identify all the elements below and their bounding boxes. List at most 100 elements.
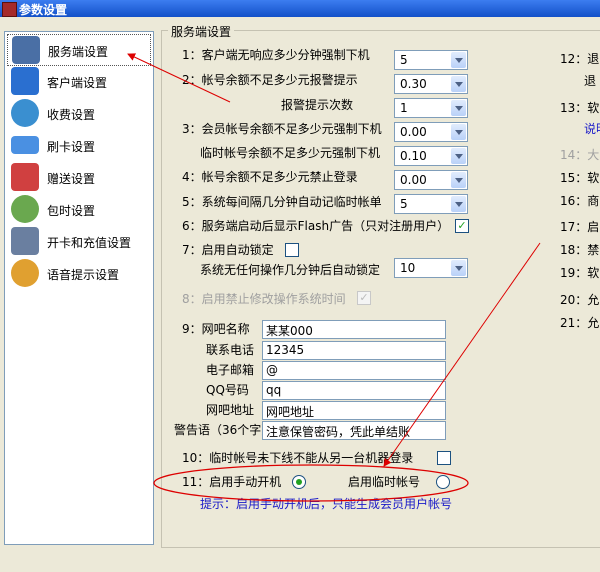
setting-5-select[interactable]: 5 xyxy=(394,194,468,214)
clock-icon xyxy=(11,99,39,127)
select-value: 0.30 xyxy=(400,77,427,91)
timer-icon xyxy=(11,195,39,223)
input-value: 12345 xyxy=(266,343,305,357)
setting-10-checkbox[interactable] xyxy=(437,451,451,465)
right-item-15: 15：软 xyxy=(560,171,600,185)
user-icon xyxy=(11,227,39,255)
setting-2b-label: 报警提示次数 xyxy=(281,98,354,112)
chevron-down-icon xyxy=(451,124,466,140)
right-item-19: 19：软 xyxy=(560,266,600,280)
setting-7-checkbox[interactable] xyxy=(285,243,299,257)
sidebar-item-recharge[interactable]: 开卡和充值设置 xyxy=(7,226,149,256)
window-title: 参数设置 xyxy=(19,3,68,17)
right-item-12b: 退 xyxy=(584,74,597,88)
card-icon xyxy=(11,136,39,154)
setting-5-label: 5：系统每间隔几分钟自动记临时帐单 xyxy=(182,195,382,209)
input-value: 注意保管密码，凭此单结账 xyxy=(266,425,411,439)
select-value: 0.00 xyxy=(400,173,427,187)
setting-8-checkbox[interactable]: ✓ xyxy=(357,291,371,305)
select-value: 0.00 xyxy=(400,125,427,139)
address-label: 网吧地址 xyxy=(206,403,255,417)
monitor-icon xyxy=(11,67,39,95)
setting-10-label: 10：临时帐号未下线不能从另一台机器登录 xyxy=(182,451,414,465)
setting-2b-select[interactable]: 1 xyxy=(394,98,468,118)
setting-2-label: 2：帐号余额不足多少元报警提示 xyxy=(182,73,358,87)
settings-sidebar: 服务端设置 客户端设置 收费设置 刷卡设置 赠送设置 包时设置 开卡和充值设置 … xyxy=(4,31,154,545)
qq-input[interactable]: qq xyxy=(262,381,446,400)
right-item-14: 14：大 xyxy=(560,148,600,162)
setting-3-label: 3：会员帐号余额不足多少元强制下机 xyxy=(182,122,382,136)
chevron-down-icon xyxy=(451,260,466,276)
input-value: qq xyxy=(266,383,282,397)
chevron-down-icon xyxy=(451,76,466,92)
manual-boot-radio[interactable] xyxy=(292,475,306,489)
setting-11-label: 11：启用手动开机 xyxy=(182,475,282,489)
cafe-name-input[interactable]: 某某000 xyxy=(262,320,446,339)
phone-input[interactable]: 12345 xyxy=(262,341,446,360)
sidebar-item-package[interactable]: 包时设置 xyxy=(7,194,149,224)
phone-label: 联系电话 xyxy=(206,343,255,357)
temp-account-radio[interactable] xyxy=(436,475,450,489)
setting-3b-select[interactable]: 0.10 xyxy=(394,146,468,166)
right-item-17: 17：启 xyxy=(560,220,600,234)
radio-dot xyxy=(296,479,302,485)
address-input[interactable]: 网吧地址 xyxy=(262,401,446,420)
sidebar-item-label: 开卡和充值设置 xyxy=(47,236,132,250)
sidebar-item-card[interactable]: 刷卡设置 xyxy=(7,130,149,160)
sidebar-item-label: 服务端设置 xyxy=(48,45,109,59)
setting-4-select[interactable]: 0.00 xyxy=(394,170,468,190)
chevron-down-icon xyxy=(451,52,466,68)
sidebar-item-billing[interactable]: 收费设置 xyxy=(7,98,149,128)
sidebar-item-gift[interactable]: 赠送设置 xyxy=(7,162,149,192)
setting-6-label: 6：服务端启动后显示Flash广告（只对注册用户） xyxy=(182,219,450,233)
sidebar-item-server[interactable]: 服务端设置 xyxy=(7,34,151,66)
chevron-down-icon xyxy=(451,196,466,212)
settings-group xyxy=(161,30,600,548)
setting-7b-label: 系统无任何操作几分钟后自动锁定 xyxy=(200,263,381,277)
setting-4-label: 4：帐号余额不足多少元禁止登录 xyxy=(182,170,358,184)
sidebar-item-label: 刷卡设置 xyxy=(47,140,96,154)
setting-7-label: 7：启用自动锁定 xyxy=(182,243,274,257)
select-value: 10 xyxy=(400,261,416,275)
hint-text: 提示：启用手动开机后，只能生成会员用户帐号 xyxy=(200,497,453,511)
sidebar-item-label: 收费设置 xyxy=(47,108,96,122)
right-item-12: 12：退 xyxy=(560,52,600,66)
chevron-down-icon xyxy=(451,172,466,188)
sidebar-item-voice[interactable]: 语音提示设置 xyxy=(7,258,149,288)
right-item-18: 18：禁 xyxy=(560,243,600,257)
setting-9-label: 9：网吧名称 xyxy=(182,322,250,336)
select-value: 5 xyxy=(400,197,408,211)
setting-3b-label: 临时帐号余额不足多少元强制下机 xyxy=(200,146,381,160)
sidebar-item-client[interactable]: 客户端设置 xyxy=(7,66,149,96)
sidebar-item-label: 客户端设置 xyxy=(47,76,108,90)
select-value: 0.10 xyxy=(400,149,427,163)
chevron-down-icon xyxy=(451,100,466,116)
warning-label: 警告语（36个字） xyxy=(174,423,274,437)
setting-1-label: 1：客户端无响应多少分钟强制下机 xyxy=(182,48,370,62)
sidebar-item-label: 赠送设置 xyxy=(47,172,96,186)
input-value: @ xyxy=(266,363,278,377)
email-label: 电子邮箱 xyxy=(206,363,255,377)
input-value: 某某000 xyxy=(266,324,313,338)
setting-3-select[interactable]: 0.00 xyxy=(394,122,468,142)
setting-2-select[interactable]: 0.30 xyxy=(394,74,468,94)
server-icon xyxy=(12,36,40,64)
right-item-16: 16：商 xyxy=(560,194,600,208)
warning-input[interactable]: 注意保管密码，凭此单结账 xyxy=(262,421,446,440)
microphone-icon xyxy=(11,259,39,287)
email-input[interactable]: @ xyxy=(262,361,446,380)
app-icon xyxy=(2,2,17,17)
group-title: 服务端设置 xyxy=(168,23,235,40)
sidebar-item-label: 包时设置 xyxy=(47,204,96,218)
title-bar: 参数设置 xyxy=(0,0,600,17)
select-value: 5 xyxy=(400,53,408,67)
select-value: 1 xyxy=(400,101,408,115)
right-item-20: 20：允 xyxy=(560,293,600,307)
setting-6-checkbox[interactable]: ✓ xyxy=(455,219,469,233)
temp-account-label: 启用临时帐号 xyxy=(348,475,421,489)
setting-7b-select[interactable]: 10 xyxy=(394,258,468,278)
gift-icon xyxy=(11,163,39,191)
input-value: 网吧地址 xyxy=(266,405,315,419)
setting-1-select[interactable]: 5 xyxy=(394,50,468,70)
right-item-note[interactable]: 说明 xyxy=(584,120,600,137)
